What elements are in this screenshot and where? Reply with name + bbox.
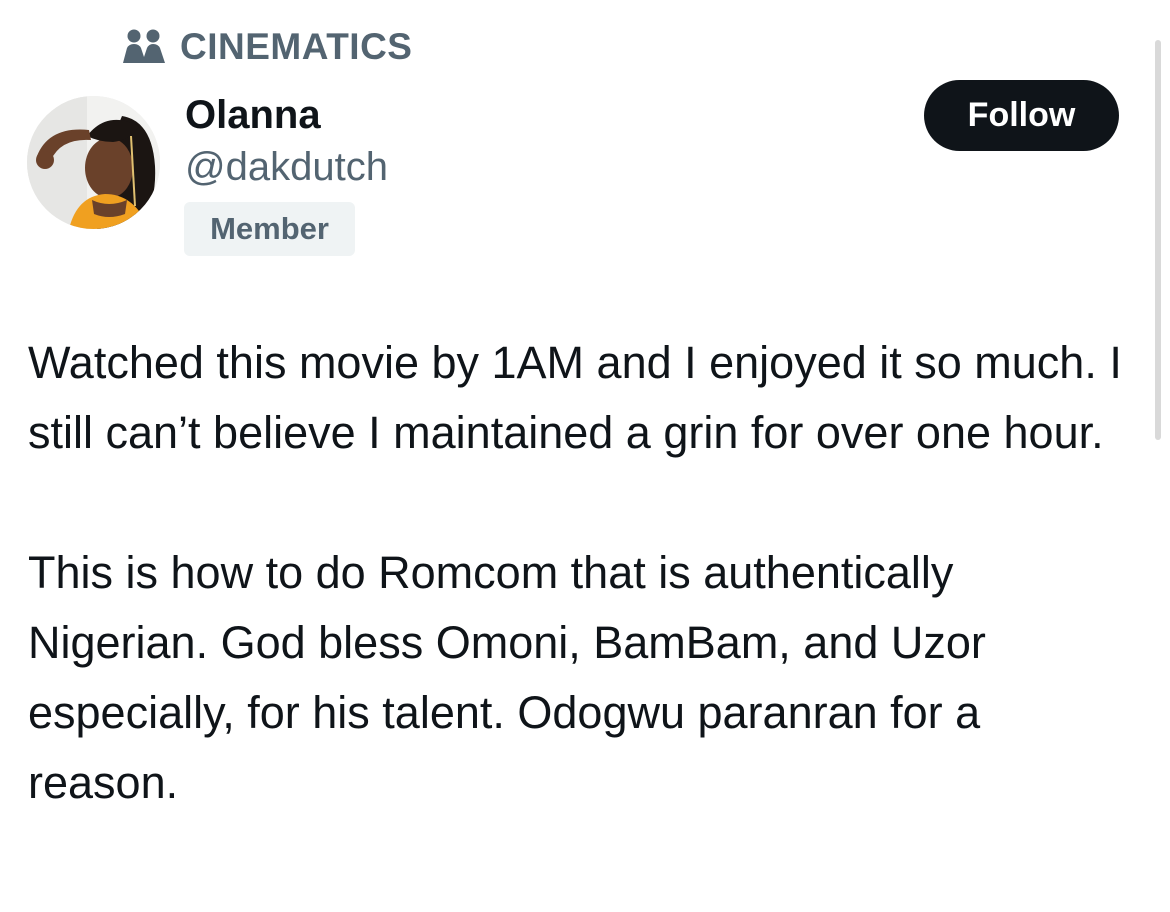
community-people-icon (123, 29, 165, 63)
member-badge: Member (184, 202, 355, 256)
tweet-text: Watched this movie by 1AM and I enjoyed … (28, 328, 1138, 818)
author-display-name[interactable]: Olanna (185, 93, 321, 138)
tweet-card: CINEMATICS Olanna @dakdutch Member Follo… (0, 0, 1170, 912)
tweet-paragraph: This is how to do Romcom that is authent… (28, 547, 986, 808)
follow-button[interactable]: Follow (924, 80, 1119, 151)
tweet-paragraph: Watched this movie by 1AM and I enjoyed … (28, 337, 1122, 458)
profile-photo (27, 96, 160, 229)
community-name: CINEMATICS (180, 26, 413, 67)
scrollbar[interactable] (1155, 40, 1161, 440)
community-header[interactable]: CINEMATICS (122, 26, 412, 68)
avatar[interactable] (27, 96, 160, 229)
author-handle[interactable]: @dakdutch (185, 145, 388, 190)
